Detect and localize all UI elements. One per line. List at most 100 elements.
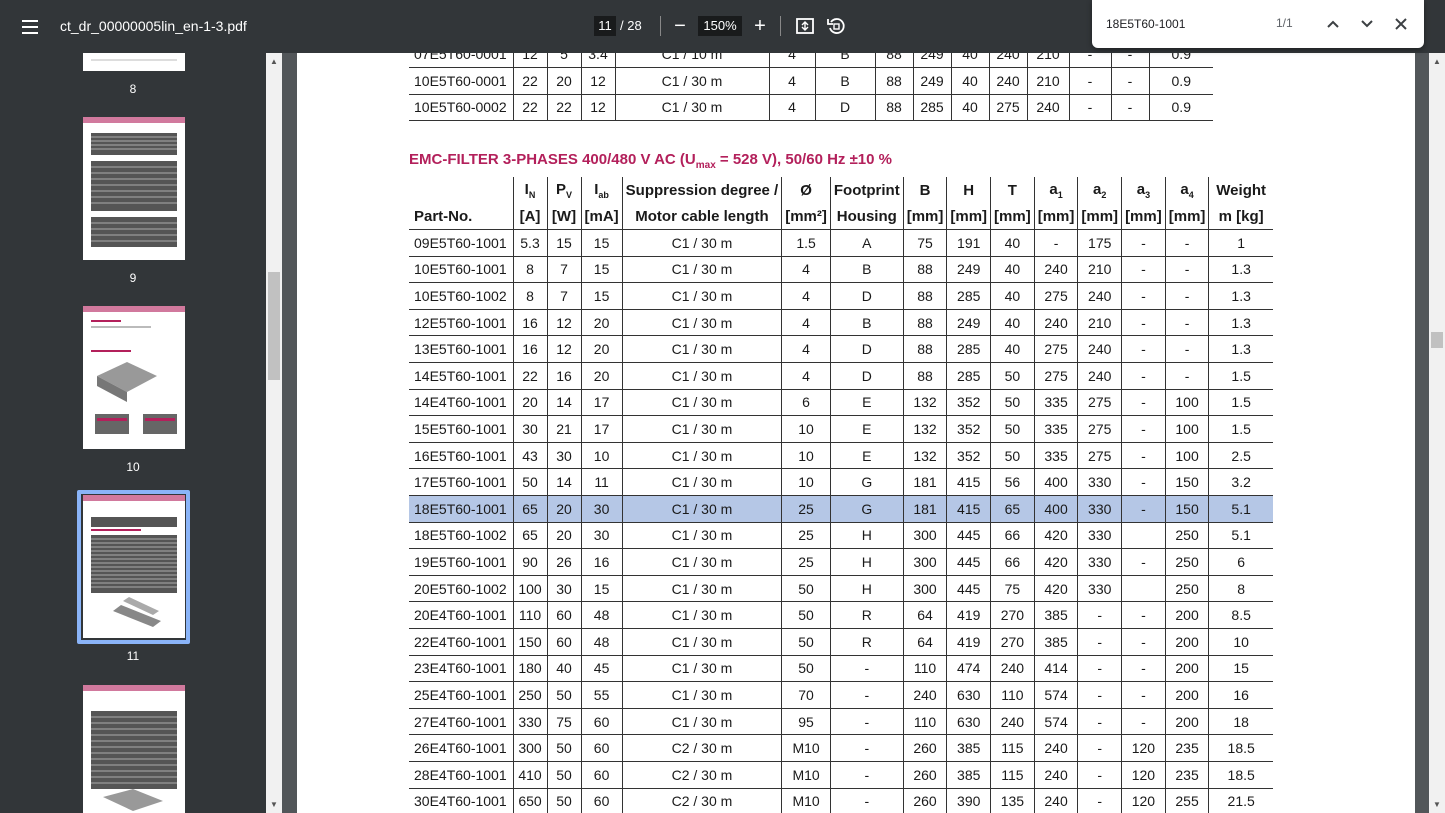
table-cell: 4: [769, 67, 816, 95]
scroll-down-icon[interactable]: ▼: [1433, 800, 1441, 809]
close-icon[interactable]: [1389, 12, 1413, 36]
scroll-up-icon[interactable]: ▲: [1433, 57, 1441, 66]
table-cell: 200: [1165, 601, 1210, 629]
fit-page-icon[interactable]: [793, 14, 817, 38]
table-cell: 474: [946, 655, 992, 683]
scroll-down-icon[interactable]: ▼: [270, 800, 278, 809]
table-cell: -: [1069, 67, 1112, 95]
scroll-up-icon[interactable]: ▲: [270, 57, 278, 66]
column-header: a2: [1077, 177, 1123, 203]
table-cell: 115: [990, 761, 1035, 789]
table-cell: 385: [946, 734, 992, 762]
table-cell: 64: [903, 628, 948, 656]
table-cell: 45: [581, 655, 623, 683]
table-cell: 630: [946, 708, 992, 736]
table-cell: -: [1077, 788, 1123, 813]
zoom-out-icon[interactable]: −: [668, 14, 692, 38]
table-cell: 20: [581, 335, 623, 364]
table-cell: 4: [781, 335, 831, 364]
table-cell: 7: [547, 256, 582, 284]
table-cell: 445: [946, 548, 992, 576]
table-cell: 270: [990, 628, 1035, 656]
table-cell: 20: [547, 67, 582, 95]
table-cell: C2 / 30 m: [622, 761, 783, 789]
table-cell: -: [1165, 229, 1210, 257]
table-cell: C1 / 30 m: [622, 681, 783, 709]
table-cell: 22: [513, 94, 548, 122]
table-row: 09E5T60-1001 5.3 15 15 C1 / 30 m 1.5 A 75 191 40-…: [409, 229, 1273, 257]
table-cell: 650: [513, 788, 548, 813]
table-cell: 25: [781, 548, 831, 576]
zoom-input[interactable]: 150%: [698, 16, 742, 36]
table-cell: 88: [903, 256, 948, 284]
sidebar-scrollbar[interactable]: [266, 53, 282, 813]
part-number-cell: 19E5T60-1001: [409, 548, 514, 576]
table-cell: 352: [946, 442, 992, 470]
column-header-unit: [mm]: [1034, 203, 1079, 231]
table-cell: 110: [903, 708, 948, 736]
table-cell: 4: [781, 282, 831, 310]
table-cell: 12: [581, 94, 616, 122]
table-cell: C2 / 30 m: [622, 788, 783, 813]
page-thumbnail-11[interactable]: [83, 495, 185, 638]
table-cell: C2 / 30 m: [622, 734, 783, 762]
table-cell: 6: [1208, 548, 1273, 576]
table-cell: 88: [903, 282, 948, 310]
zoom-in-icon[interactable]: +: [748, 14, 772, 38]
column-header: a3: [1121, 177, 1166, 203]
table-cell: 275: [1034, 362, 1079, 390]
part-number-cell: 09E5T60-1001: [409, 229, 514, 257]
viewer-scrollbar[interactable]: [1429, 53, 1445, 813]
rotate-icon[interactable]: [824, 14, 848, 38]
page-thumbnail-9[interactable]: [83, 117, 185, 260]
page-thumbnail-8[interactable]: [83, 53, 185, 71]
table-cell: 50: [781, 575, 831, 603]
table-cell: 250: [1165, 575, 1210, 603]
page-thumbnail-12[interactable]: [83, 685, 185, 813]
table-cell: 50: [513, 468, 548, 497]
table-cell: 20: [547, 522, 582, 550]
table-cell: 12: [547, 309, 582, 337]
table-cell: R: [830, 628, 904, 656]
page-number-input[interactable]: 11: [594, 16, 616, 36]
column-header-unit: Housing: [830, 203, 904, 231]
menu-icon[interactable]: [14, 13, 46, 41]
table-cell: 285: [946, 335, 992, 364]
table-row: 23E4T60-1001 180 40 45 C1 / 30 m 50-110 474 240…: [409, 655, 1273, 683]
chevron-down-icon[interactable]: [1355, 12, 1379, 36]
table-cell: 260: [903, 734, 948, 762]
viewer-scroll-thumb[interactable]: [1431, 332, 1443, 348]
table-cell: 5.1: [1208, 522, 1273, 550]
table-cell: 15: [581, 229, 623, 257]
table-cell: 3.4: [581, 53, 616, 69]
column-header: [409, 177, 514, 203]
table-cell: 100: [1165, 415, 1210, 443]
sidebar-scroll-thumb[interactable]: [268, 272, 280, 380]
table-cell: 21: [547, 415, 582, 443]
chevron-up-icon[interactable]: [1321, 12, 1345, 36]
table-cell: C1 / 30 m: [622, 708, 783, 736]
table-cell: 191: [946, 229, 992, 257]
table-cell: 50: [990, 362, 1035, 390]
table-cell: 132: [903, 442, 948, 470]
table-cell: 66: [990, 522, 1035, 550]
table-cell: 25: [781, 495, 831, 523]
table-cell: 18: [1208, 708, 1273, 736]
page-thumbnail-10[interactable]: [83, 306, 185, 449]
table-row: 18E5T60-1001 65 20 30 C1 / 30 m 25 G 181 415 65 40…: [409, 495, 1273, 523]
find-input[interactable]: [1106, 14, 1266, 34]
table-cell: 18.5: [1208, 734, 1273, 762]
table-cell: 30: [581, 495, 623, 523]
part-number-cell: 23E4T60-1001: [409, 655, 514, 683]
table-cell: 65: [513, 495, 548, 523]
table-cell: 132: [903, 389, 948, 417]
part-number-cell: 15E5T60-1001: [409, 415, 514, 443]
table-cell: -: [1121, 362, 1166, 390]
table-cell: -: [1165, 282, 1210, 310]
table-row: 20E4T60-1001 110 60 48 C1 / 30 m 50 R 64 419 270 3…: [409, 601, 1273, 629]
table-cell: 20: [581, 309, 623, 337]
table-cell: 235: [1165, 734, 1210, 762]
table-cell: 40: [990, 229, 1035, 257]
column-header-unit: [mA]: [581, 203, 623, 231]
table-cell: 26: [547, 548, 582, 576]
